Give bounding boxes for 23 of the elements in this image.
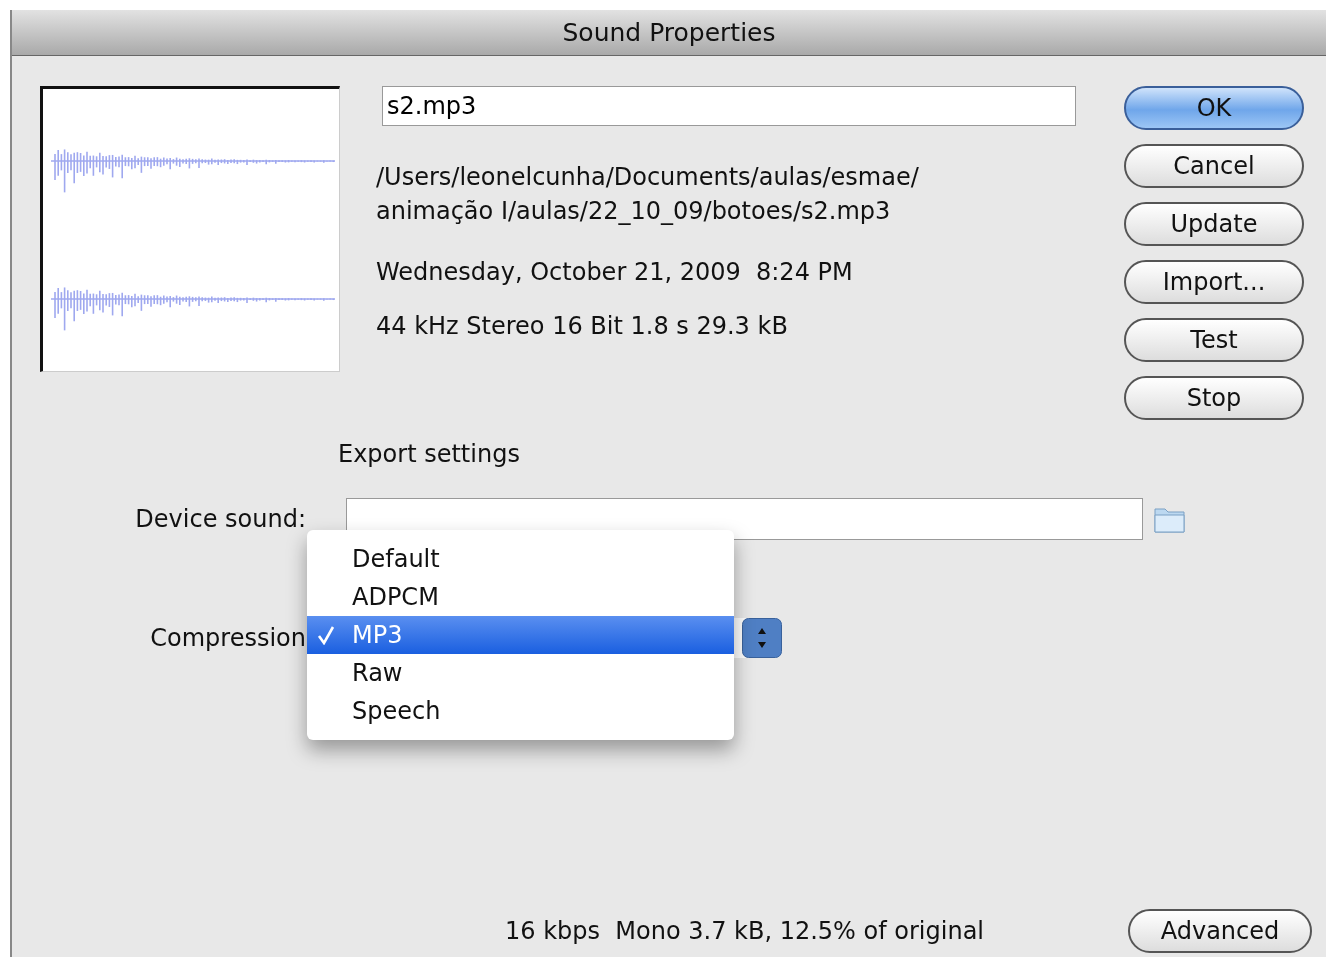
dialog-button[interactable]: Test [1124, 318, 1304, 362]
stepper-arrows-icon [742, 618, 782, 658]
menu-option[interactable]: Speech [307, 692, 734, 730]
field-label: Device sound: [134, 505, 307, 533]
dialog-button[interactable]: Update [1124, 202, 1304, 246]
sound-name-field[interactable]: s2.mp3 [382, 86, 1076, 126]
file-path: /Users/leonelcunha/Documents/aulas/esmae/ animação I/aulas/22_10_09/botoes/s2.mp3 [376, 162, 920, 227]
menu-option[interactable]: Default [307, 540, 734, 578]
checkmark-icon [317, 625, 335, 645]
dialog-button[interactable]: OK [1124, 86, 1304, 130]
menu-option[interactable]: Raw [307, 654, 734, 692]
sound-format: 44 kHz Stereo 16 Bit 1.8 s 29.3 kB [376, 312, 789, 340]
compression-summary: 16 kbps Mono 3.7 kB, 12.5% of original [505, 917, 984, 945]
dialog-button[interactable]: Stop [1124, 376, 1304, 420]
file-date: Wednesday, October 21, 2009 8:24 PM [376, 258, 854, 286]
menu-option[interactable]: MP3 [307, 616, 734, 654]
section-heading: Export settings [338, 440, 521, 468]
advanced-button[interactable]: Advanced [1128, 909, 1312, 953]
dialog-button[interactable]: Import... [1124, 260, 1304, 304]
field-label: Compression [149, 624, 307, 652]
dialog-button[interactable]: Cancel [1124, 144, 1304, 188]
menu-option[interactable]: ADPCM [307, 578, 734, 616]
window-title: Sound Properties [562, 18, 776, 47]
